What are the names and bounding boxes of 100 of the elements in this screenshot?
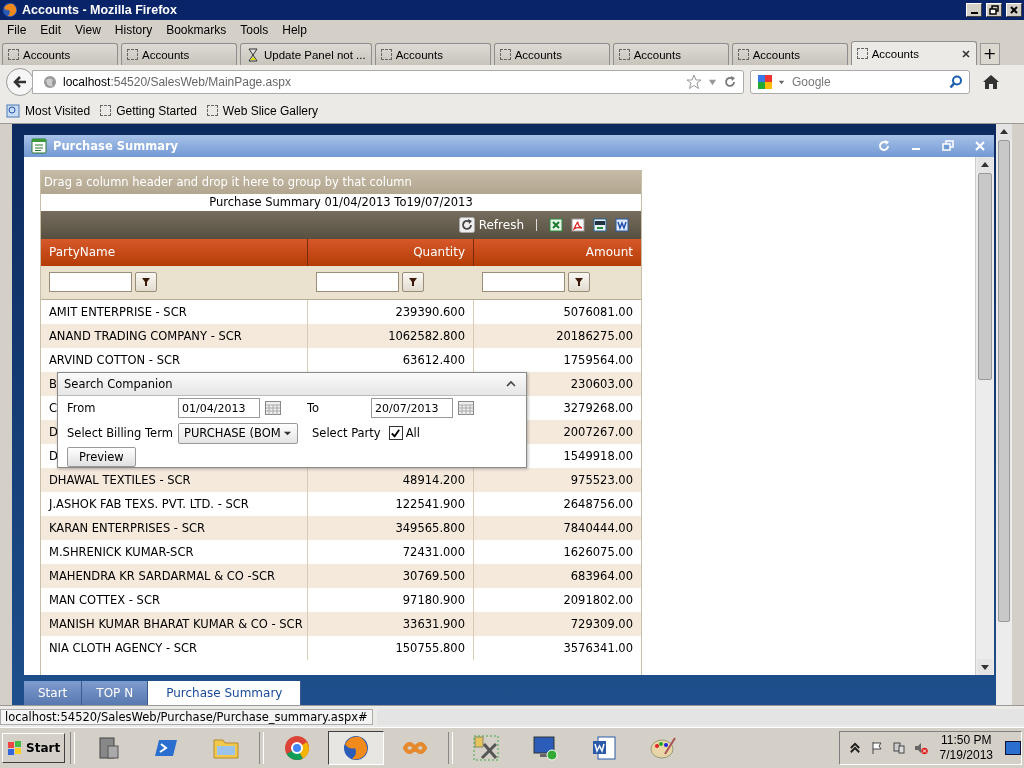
- preview-button[interactable]: Preview: [67, 446, 136, 467]
- filter-icon: [574, 277, 584, 288]
- restore-button[interactable]: [986, 2, 1002, 17]
- filter-field[interactable]: [482, 272, 565, 293]
- back-button[interactable]: [6, 68, 34, 97]
- menu-item[interactable]: Help: [277, 22, 312, 37]
- menu-item[interactable]: Tools: [235, 22, 274, 37]
- to-label: To: [307, 401, 321, 416]
- start-button[interactable]: Start: [2, 733, 66, 764]
- monitor-icon[interactable]: [531, 734, 560, 763]
- minimize-button[interactable]: [966, 2, 982, 17]
- select-party-label: Select Party: [312, 426, 381, 441]
- billing-term-dropdown[interactable]: PURCHASE (BOM: [178, 422, 298, 444]
- clock-date: 7/19/2013: [939, 748, 993, 764]
- browser-icon[interactable]: [283, 734, 312, 763]
- bookmark-item[interactable]: Most Visited: [6, 103, 91, 118]
- party-name: MAN COTTEX - SCR: [49, 592, 160, 607]
- browser-tab[interactable]: Accounts: [731, 43, 848, 66]
- browser-tab[interactable]: Accounts: [2, 43, 118, 66]
- bookmark-folder-icon: [6, 103, 20, 118]
- new-tab-button[interactable]: +: [979, 43, 1000, 66]
- close-icon[interactable]: [974, 139, 986, 152]
- amount-value: 1759564.00: [563, 352, 633, 367]
- filter-field[interactable]: [316, 272, 399, 293]
- search-bar[interactable]: Google: [750, 70, 970, 95]
- page-icon: [499, 49, 511, 61]
- search-field[interactable]: Google: [790, 74, 945, 91]
- amount-value: 3279268.00: [563, 400, 633, 415]
- network-icon[interactable]: [891, 741, 906, 756]
- filter-button[interactable]: [568, 272, 590, 293]
- column-header[interactable]: Quantity: [308, 238, 474, 266]
- app-tab[interactable]: Purchase Summary: [148, 680, 302, 705]
- filter-icon: [141, 277, 151, 288]
- page-scrollbar[interactable]: [996, 123, 1012, 705]
- quantity-value: 30769.500: [402, 568, 465, 583]
- app-tab[interactable]: Start: [24, 680, 83, 705]
- show-desktop-button[interactable]: [1005, 741, 1021, 756]
- party-name: NIA CLOTH AGENCY - SCR: [49, 640, 197, 655]
- pdf-export-icon[interactable]: [571, 217, 585, 232]
- calendar-icon[interactable]: [265, 401, 281, 416]
- menu-item[interactable]: Bookmarks: [161, 22, 232, 37]
- bookmark-item[interactable]: Getting Started: [100, 103, 197, 118]
- scroll-down-icon[interactable]: [977, 658, 993, 675]
- restore-icon[interactable]: [942, 139, 954, 152]
- muted-speaker-icon[interactable]: [913, 741, 928, 756]
- restore-icon: [989, 4, 999, 15]
- amount-value: 2091802.00: [563, 592, 633, 607]
- column-header[interactable]: Amount: [474, 238, 641, 266]
- checkbox[interactable]: [388, 426, 403, 441]
- quantity-value: 122541.900: [395, 496, 465, 511]
- clock-time: 11:50 PM: [941, 733, 992, 749]
- party-name: B: [49, 376, 57, 391]
- menu-item[interactable]: File: [2, 22, 32, 37]
- billing-term-label: Select Billing Term: [67, 426, 174, 441]
- to-date-field[interactable]: 20/07/2013: [371, 398, 453, 419]
- amount-value: 20186275.00: [556, 328, 633, 343]
- minimize-icon: [970, 11, 978, 14]
- filter-button[interactable]: [402, 272, 424, 293]
- browser-tab[interactable]: Accounts: [850, 41, 977, 66]
- close-tab-icon[interactable]: [960, 48, 971, 59]
- csv-export-icon[interactable]: [593, 217, 607, 232]
- refresh-button[interactable]: Refresh: [458, 216, 524, 233]
- browser-tab[interactable]: Accounts: [121, 43, 237, 66]
- browser-tab[interactable]: Accounts: [374, 43, 491, 66]
- word-export-icon[interactable]: [615, 217, 629, 232]
- globe-icon[interactable]: [342, 734, 371, 763]
- party-name: DHAWAL TEXTILES - SCR: [49, 472, 191, 487]
- browser-tab[interactable]: Accounts: [612, 43, 729, 66]
- menu-item[interactable]: History: [109, 22, 158, 37]
- page-icon: [206, 105, 218, 117]
- search-icon[interactable]: [949, 75, 963, 90]
- menu-item[interactable]: View: [70, 22, 106, 37]
- close-button[interactable]: [1006, 2, 1022, 17]
- collapse-icon[interactable]: [506, 378, 516, 389]
- address-bar[interactable]: localhost:54520/SalesWeb/MainPage.aspx: [32, 70, 744, 95]
- star-icon[interactable]: [686, 74, 702, 91]
- filter-field[interactable]: [49, 272, 132, 293]
- document-icon[interactable]: [590, 734, 619, 763]
- from-label: From: [67, 401, 97, 416]
- quantity-value: 33631.900: [402, 616, 465, 631]
- party-name: KARAN ENTERPRISES - SCR: [49, 520, 205, 535]
- filter-button[interactable]: [135, 272, 157, 293]
- group-hint: Drag a column header and drop it here to group by that column: [44, 174, 412, 189]
- flag-icon[interactable]: [869, 741, 884, 756]
- browser-tab[interactable]: Accounts: [493, 43, 610, 66]
- bookmark-label: Most Visited: [25, 103, 91, 118]
- quantity-value: 1062582.800: [388, 328, 465, 343]
- dropdown-icon[interactable]: [708, 77, 717, 87]
- chevron-up-icon[interactable]: [847, 741, 862, 756]
- browser-tab[interactable]: Update Panel not ...: [240, 43, 372, 66]
- refresh-icon[interactable]: [878, 139, 890, 152]
- reload-icon[interactable]: [723, 75, 737, 90]
- menu-item[interactable]: Edit: [35, 22, 67, 37]
- excel-export-icon[interactable]: [549, 217, 563, 232]
- scrollbar[interactable]: [975, 156, 994, 675]
- column-header[interactable]: PartyName: [41, 238, 308, 266]
- quantity-value: 72431.000: [402, 544, 465, 559]
- calendar-icon[interactable]: [458, 401, 474, 416]
- from-date-field[interactable]: 01/04/2013: [178, 398, 260, 419]
- tools-icon[interactable]: [472, 734, 501, 763]
